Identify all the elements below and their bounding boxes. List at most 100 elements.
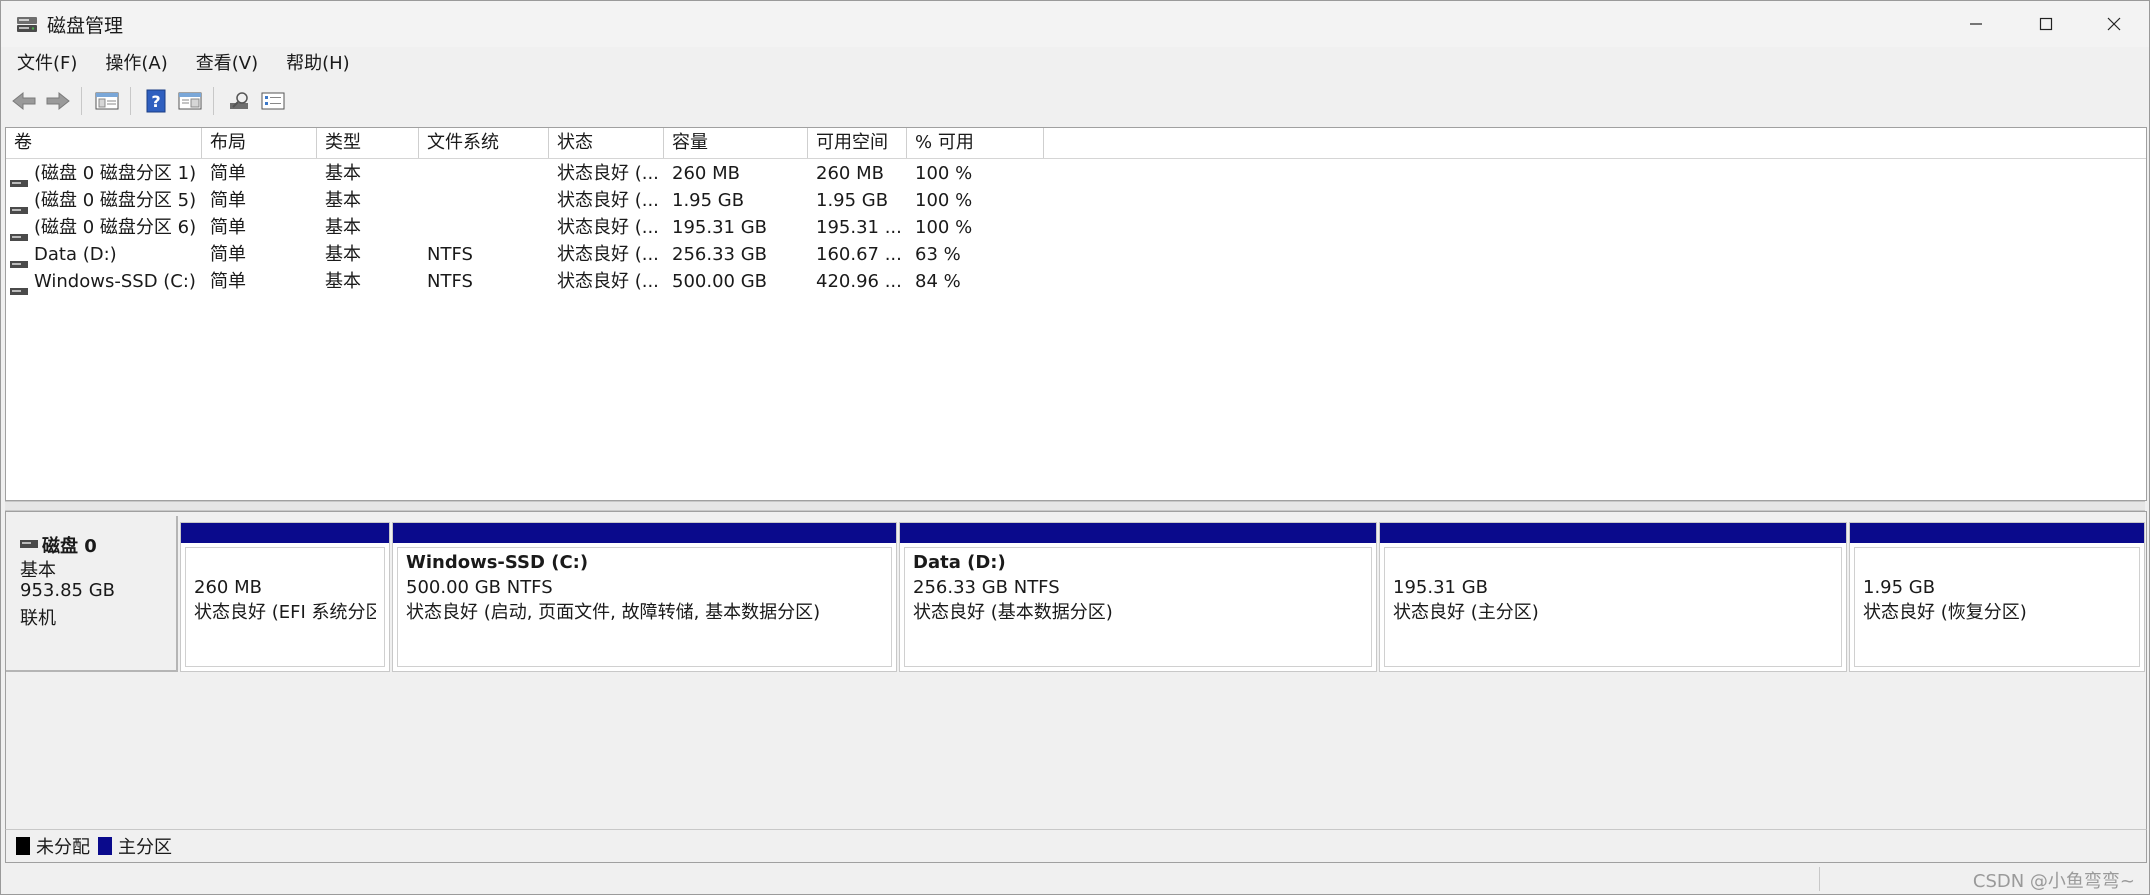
column-free-space[interactable]: 可用空间 xyxy=(808,128,907,158)
minimize-button[interactable] xyxy=(1941,1,2011,47)
cell-percent-free: 100 % xyxy=(915,217,973,238)
cell-capacity: 260 MB xyxy=(672,163,740,184)
cell-status: 状态良好 (... xyxy=(557,163,659,184)
console-tree-icon[interactable] xyxy=(92,86,122,116)
cell-filesystem xyxy=(419,214,549,241)
partition-name: Windows-SSD (C:) xyxy=(406,552,589,573)
toolbar-separator xyxy=(81,87,82,115)
partition-bar xyxy=(393,523,896,543)
cell-volume: (磁盘 0 磁盘分区 1) xyxy=(6,160,202,187)
cell-type: 基本 xyxy=(325,271,361,292)
partition-status: 状态良好 (基本数据分区) xyxy=(913,602,1113,623)
status-separator xyxy=(1819,867,1820,891)
partition-bar xyxy=(181,523,389,543)
table-row[interactable]: (磁盘 0 磁盘分区 6) 简单 基本 状态良好 (... 195.31 GB … xyxy=(6,214,2146,241)
partition-status: 状态良好 (EFI 系统分区) xyxy=(194,602,376,623)
cell-type: 基本 xyxy=(325,244,361,265)
cell-volume: (磁盘 0 磁盘分区 6) xyxy=(6,214,202,241)
partition-size: 1.95 GB xyxy=(1863,577,1936,598)
table-row[interactable]: Windows-SSD (C:) 简单 基本 NTFS 状态良好 (... 50… xyxy=(6,268,2146,295)
partition-efi[interactable]: 260 MB 状态良好 (EFI 系统分区) xyxy=(180,522,390,672)
table-row[interactable]: (磁盘 0 磁盘分区 1) 简单 基本 状态良好 (... 260 MB 260… xyxy=(6,160,2146,187)
partition-bar xyxy=(900,523,1376,543)
maximize-button[interactable] xyxy=(2011,1,2081,47)
partition-body: 195.31 GB 状态良好 (主分区) xyxy=(1384,547,1842,667)
partition-body: Data (D:) 256.33 GB NTFS 状态良好 (基本数据分区) xyxy=(904,547,1372,667)
disk-0-label[interactable]: 磁盘 0 基本 953.85 GB 联机 xyxy=(6,516,178,672)
partition-body: 260 MB 状态良好 (EFI 系统分区) xyxy=(185,547,385,667)
window-title: 磁盘管理 xyxy=(47,15,124,37)
menu-file[interactable]: 文件(F) xyxy=(5,49,89,79)
partition-recovery[interactable]: 1.95 GB 状态良好 (恢复分区) xyxy=(1849,522,2145,672)
cell-volume: Windows-SSD (C:) xyxy=(6,268,202,295)
cell-layout: 简单 xyxy=(210,271,246,292)
cell-free-space: 420.96 ... xyxy=(816,271,902,292)
drive-icon xyxy=(10,277,28,295)
column-filesystem[interactable]: 文件系统 xyxy=(419,128,549,158)
partition-primary[interactable]: 195.31 GB 状态良好 (主分区) xyxy=(1379,522,1847,672)
toolbar-separator xyxy=(130,87,131,115)
cell-volume: (磁盘 0 磁盘分区 5) xyxy=(6,187,202,214)
table-row[interactable]: Data (D:) 简单 基本 NTFS 状态良好 (... 256.33 GB… xyxy=(6,241,2146,268)
partition-bar xyxy=(1850,523,2144,543)
partition-windows-ssd[interactable]: Windows-SSD (C:) 500.00 GB NTFS 状态良好 (启动… xyxy=(392,522,897,672)
back-arrow-icon[interactable] xyxy=(9,86,39,116)
volume-list: 卷 布局 类型 文件系统 状态 容量 可用空间 % 可用 (磁盘 0 磁盘分区 … xyxy=(5,127,2147,501)
menu-view[interactable]: 查看(V) xyxy=(184,49,270,79)
title-bar: 磁盘管理 xyxy=(1,1,2149,47)
settings-list-icon[interactable] xyxy=(258,86,288,116)
help-icon[interactable]: ? xyxy=(141,86,171,116)
disk-graph-pane: 磁盘 0 基本 953.85 GB 联机 260 MB 状态良好 (EFI 系统… xyxy=(5,511,2147,830)
watermark: CSDN @小鱼弯弯~ xyxy=(1972,871,2135,892)
cell-filesystem xyxy=(419,160,549,187)
cell-capacity: 195.31 GB xyxy=(672,217,768,238)
column-volume[interactable]: 卷 xyxy=(6,128,202,158)
volume-name: Data (D:) xyxy=(34,244,117,265)
volume-name: (磁盘 0 磁盘分区 6) xyxy=(34,217,197,238)
partition-status: 状态良好 (主分区) xyxy=(1393,602,1539,623)
cell-layout: 简单 xyxy=(210,163,246,184)
cell-percent-free: 84 % xyxy=(915,271,961,292)
partition-size: 500.00 GB NTFS xyxy=(406,577,553,598)
menu-bar: 文件(F) 操作(A) 查看(V) 帮助(H) xyxy=(1,49,2149,79)
column-status[interactable]: 状态 xyxy=(549,128,664,158)
menu-help[interactable]: 帮助(H) xyxy=(274,49,362,79)
table-row[interactable]: (磁盘 0 磁盘分区 5) 简单 基本 状态良好 (... 1.95 GB 1.… xyxy=(6,187,2146,214)
partition-body: 1.95 GB 状态良好 (恢复分区) xyxy=(1854,547,2140,667)
rescan-icon[interactable] xyxy=(224,86,254,116)
volume-name: Windows-SSD (C:) xyxy=(34,271,196,292)
cell-filesystem: NTFS xyxy=(427,271,473,292)
column-layout[interactable]: 布局 xyxy=(202,128,317,158)
pane-splitter[interactable] xyxy=(5,501,2145,511)
column-capacity[interactable]: 容量 xyxy=(664,128,808,158)
svg-text:?: ? xyxy=(151,92,160,111)
cell-layout: 简单 xyxy=(210,190,246,211)
close-button[interactable] xyxy=(2079,1,2149,47)
cell-type: 基本 xyxy=(325,190,361,211)
cell-filesystem: NTFS xyxy=(427,244,473,265)
legend-primary-swatch xyxy=(98,837,112,855)
drive-icon xyxy=(10,250,28,268)
drive-icon xyxy=(10,223,28,241)
cell-free-space: 1.95 GB xyxy=(816,190,889,211)
disk-name: 磁盘 0 xyxy=(20,532,97,558)
cell-status: 状态良好 (... xyxy=(557,271,659,292)
cell-status: 状态良好 (... xyxy=(557,244,659,265)
partition-data[interactable]: Data (D:) 256.33 GB NTFS 状态良好 (基本数据分区) xyxy=(899,522,1377,672)
volume-name: (磁盘 0 磁盘分区 1) xyxy=(34,163,197,184)
column-type[interactable]: 类型 xyxy=(317,128,419,158)
forward-arrow-icon[interactable] xyxy=(43,86,73,116)
volume-name: (磁盘 0 磁盘分区 5) xyxy=(34,190,197,211)
cell-percent-free: 100 % xyxy=(915,163,973,184)
disk-state: 联机 xyxy=(20,608,56,629)
toolbar: ? xyxy=(1,83,2149,119)
cell-capacity: 1.95 GB xyxy=(672,190,745,211)
status-bar: CSDN @小鱼弯弯~ xyxy=(1,863,2149,894)
disk-management-icon xyxy=(16,14,38,34)
legend-unallocated-swatch xyxy=(16,837,30,855)
column-percent-free[interactable]: % 可用 xyxy=(907,128,1044,158)
menu-action[interactable]: 操作(A) xyxy=(93,49,179,79)
properties-view-icon[interactable] xyxy=(175,86,205,116)
disk-size: 953.85 GB xyxy=(20,580,116,601)
legend-primary-label: 主分区 xyxy=(118,837,172,858)
